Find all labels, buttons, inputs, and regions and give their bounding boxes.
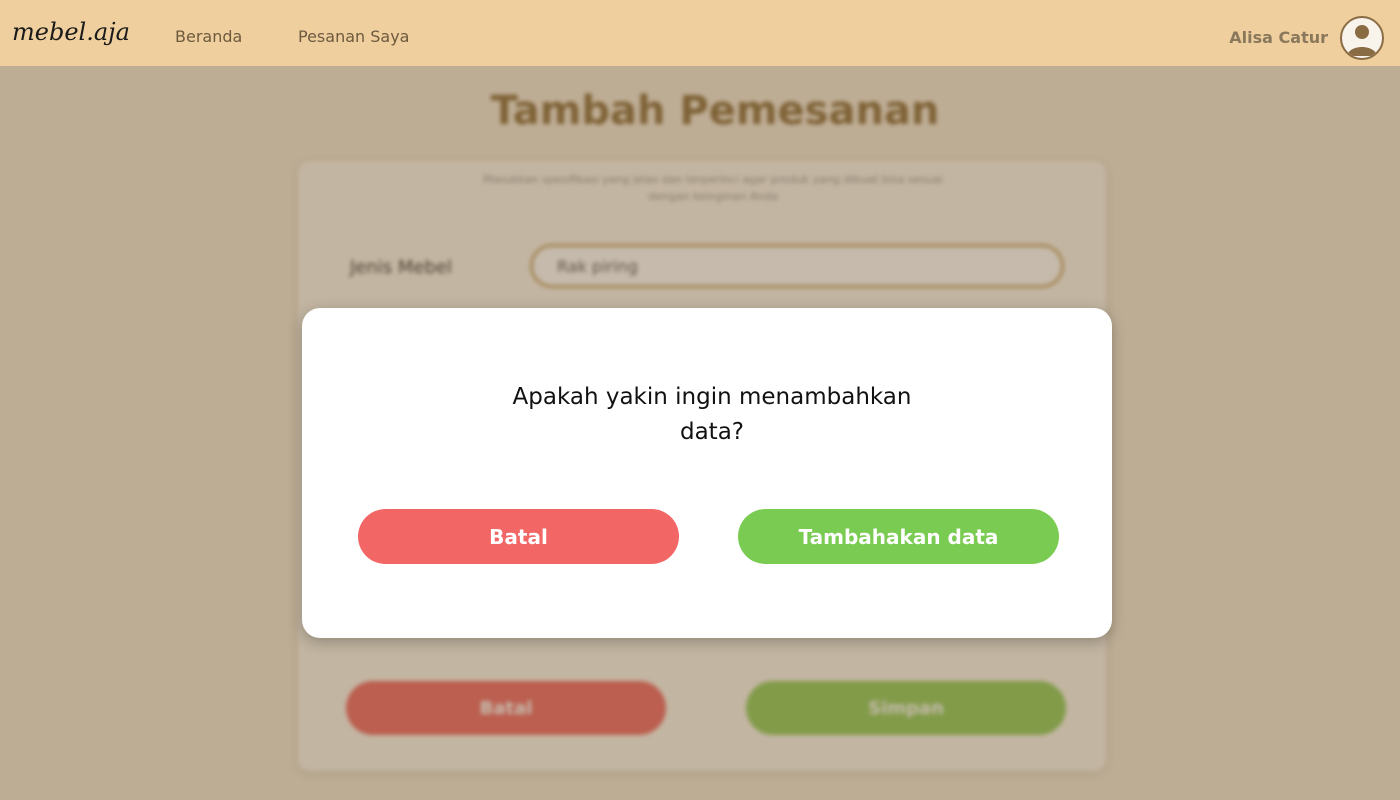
user-name[interactable]: Alisa Catur [1229,28,1328,47]
nav-link-my-orders[interactable]: Pesanan Saya [298,27,409,46]
dialog-add-data-button[interactable]: Tambahakan data [738,509,1059,564]
top-navbar: mebel.aja Beranda Pesanan Saya Alisa Cat… [0,0,1400,66]
dialog-cancel-button[interactable]: Batal [358,509,679,564]
brand-logo[interactable]: mebel.aja [12,18,130,46]
confirm-dialog: Apakah yakin ingin menambahkan data? Bat… [302,308,1112,638]
confirm-message: Apakah yakin ingin menambahkan data? [512,384,912,445]
user-avatar-icon[interactable] [1340,16,1384,60]
nav-link-home[interactable]: Beranda [175,27,242,46]
person-icon [1347,25,1377,56]
